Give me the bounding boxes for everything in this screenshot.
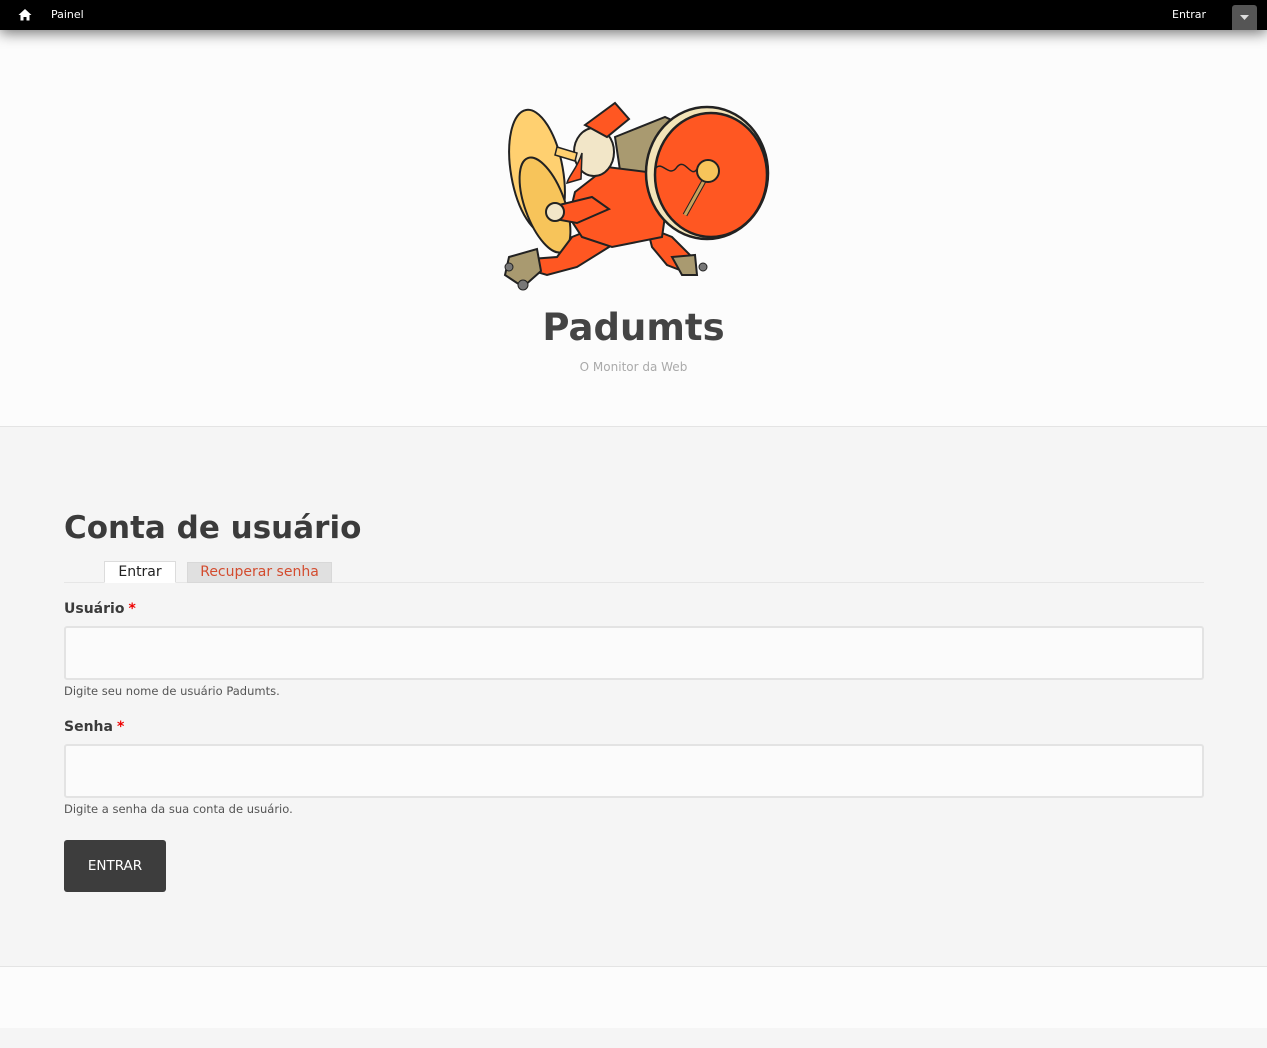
page-title: Conta de usuário: [64, 510, 362, 546]
username-label-text: Usuário: [64, 601, 125, 617]
username-description: Digite seu nome de usuário Padumts.: [64, 684, 280, 698]
toolbar-toggle-button[interactable]: [1232, 5, 1257, 30]
password-input[interactable]: [64, 744, 1204, 798]
site-slogan: O Monitor da Web: [579, 360, 688, 374]
admin-toolbar: Painel Entrar: [0, 0, 1267, 30]
chevron-down-icon: [1240, 15, 1249, 20]
required-marker: *: [128, 601, 136, 617]
site-footer: [0, 966, 1267, 1028]
account-tabs: Entrar Recuperar senha: [64, 561, 1204, 583]
tab-entrar[interactable]: Entrar: [104, 561, 176, 583]
required-marker: *: [116, 719, 125, 735]
password-label: Senha *: [64, 718, 124, 736]
login-submit-button[interactable]: ENTRAR: [64, 840, 166, 892]
password-description: Digite a senha da sua conta de usuário.: [64, 802, 293, 816]
site-name[interactable]: Padumts: [0, 305, 1267, 351]
toolbar-painel-link[interactable]: Painel: [51, 8, 84, 22]
home-icon[interactable]: [17, 7, 33, 23]
site-header: Padumts O Monitor da Web: [0, 30, 1267, 427]
username-label: Usuário *: [64, 600, 136, 618]
tab-recuperar-senha[interactable]: Recuperar senha: [187, 562, 332, 583]
toolbar-entrar-link[interactable]: Entrar: [1172, 8, 1206, 22]
username-input[interactable]: [64, 626, 1204, 680]
site-logo[interactable]: [497, 97, 773, 297]
password-label-text: Senha: [64, 719, 113, 735]
